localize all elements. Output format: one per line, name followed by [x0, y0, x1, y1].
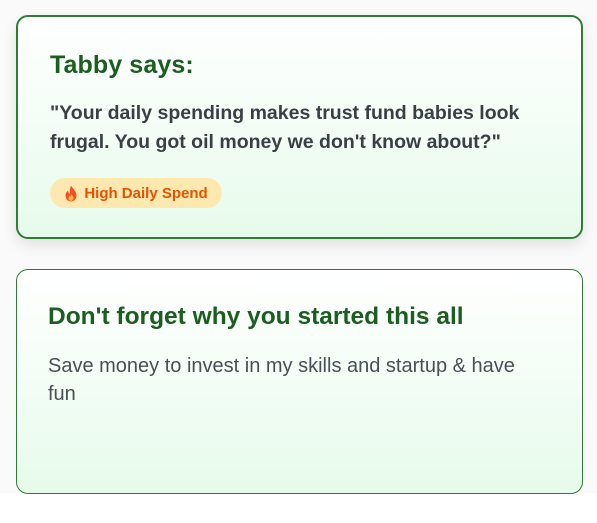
badge-label: High Daily Spend [84, 184, 208, 202]
fire-icon [64, 185, 78, 202]
tabby-quote-text: "Your daily spending makes trust fund ba… [50, 102, 520, 153]
motivation-card-title: Don't forget why you started this all [48, 303, 464, 330]
tabby-card-title: Tabby says: [50, 51, 194, 79]
tabby-message-card: Tabby says: "Your daily spending makes t… [16, 15, 583, 239]
spending-status-badge: High Daily Spend [50, 178, 222, 208]
motivation-card-body: Save money to invest in my skills and st… [48, 355, 515, 405]
motivation-card: Don't forget why you started this all Sa… [16, 269, 583, 494]
page-background [0, 493, 597, 523]
